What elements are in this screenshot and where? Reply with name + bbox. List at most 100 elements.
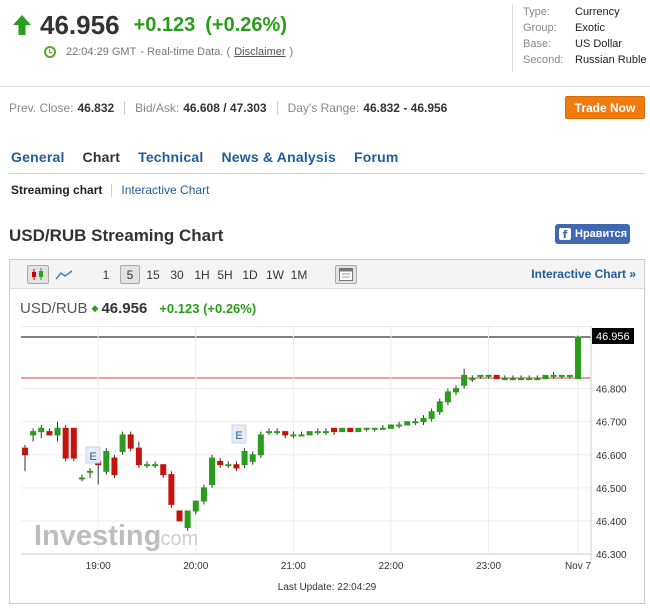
candle-body bbox=[412, 421, 419, 424]
candle bbox=[347, 427, 354, 433]
candle bbox=[233, 461, 240, 472]
candle bbox=[160, 464, 167, 478]
candle-body bbox=[274, 431, 281, 434]
candle-body bbox=[38, 427, 45, 433]
watermark-main: Investing bbox=[34, 520, 161, 552]
x-tick-label: 21:00 bbox=[281, 561, 306, 572]
candle-body bbox=[70, 427, 77, 459]
candle-body bbox=[184, 510, 191, 529]
candle bbox=[428, 408, 435, 422]
candlestick-chart[interactable]: Investing .com 46.80046.70046.60046.5004… bbox=[0, 0, 650, 609]
candle-body bbox=[290, 434, 297, 437]
candle bbox=[70, 427, 77, 462]
candle-body bbox=[566, 374, 573, 377]
candle-body bbox=[225, 464, 232, 467]
candle bbox=[87, 467, 94, 478]
candle bbox=[38, 424, 45, 439]
candle-body bbox=[542, 374, 549, 380]
x-tick-label: 19:00 bbox=[86, 561, 111, 572]
candle-body bbox=[379, 427, 386, 430]
candle-body bbox=[404, 421, 411, 426]
candle bbox=[363, 427, 370, 432]
candle-body bbox=[119, 434, 126, 452]
candle-body bbox=[87, 470, 94, 473]
candle bbox=[200, 484, 207, 505]
candle-body bbox=[420, 417, 427, 423]
event-marker[interactable]: E bbox=[85, 446, 101, 464]
candle bbox=[461, 368, 468, 389]
candle-body bbox=[355, 427, 362, 433]
x-tick-label: 22:00 bbox=[378, 561, 403, 572]
candle-body bbox=[306, 431, 313, 436]
candle-body bbox=[469, 378, 476, 381]
candle-body bbox=[143, 464, 150, 467]
candle-body bbox=[241, 450, 248, 466]
watermark-suffix: .com bbox=[155, 528, 198, 550]
investing-watermark: Investing .com bbox=[34, 520, 198, 552]
candle bbox=[282, 431, 289, 439]
candle bbox=[152, 461, 159, 468]
x-tick-label: Nov 7 bbox=[565, 561, 592, 572]
candles bbox=[22, 335, 581, 531]
y-tick-label: 46.500 bbox=[596, 484, 627, 495]
candle-body bbox=[331, 427, 338, 433]
candle bbox=[176, 510, 183, 522]
candle bbox=[209, 454, 216, 488]
candle-body bbox=[371, 427, 378, 430]
candle-body bbox=[152, 464, 159, 467]
candle-body bbox=[550, 374, 557, 377]
candle-body bbox=[127, 434, 134, 449]
candle bbox=[493, 374, 500, 380]
candle-body bbox=[493, 374, 500, 380]
candle-body bbox=[54, 427, 61, 436]
candle bbox=[379, 424, 386, 430]
candle-body bbox=[62, 427, 69, 459]
candle bbox=[119, 431, 126, 455]
candle bbox=[355, 427, 362, 433]
candle-body bbox=[526, 378, 533, 381]
last-price-tag: 46.956 bbox=[592, 328, 634, 344]
candle bbox=[404, 421, 411, 426]
candle bbox=[127, 431, 134, 452]
candle bbox=[387, 424, 394, 429]
candle bbox=[575, 335, 581, 380]
candle-body bbox=[265, 431, 272, 434]
candle bbox=[322, 428, 329, 435]
candle-body bbox=[209, 457, 216, 486]
y-tick-label: 46.700 bbox=[596, 418, 627, 429]
candle-body bbox=[249, 454, 256, 462]
candle bbox=[111, 454, 118, 478]
candle-body bbox=[46, 431, 53, 436]
candle-body bbox=[111, 457, 118, 476]
candle bbox=[184, 510, 191, 531]
candle-body bbox=[168, 474, 175, 505]
y-tick-label: 46.800 bbox=[596, 385, 627, 396]
candle bbox=[420, 415, 427, 425]
candle bbox=[436, 398, 443, 416]
candle bbox=[290, 431, 297, 439]
last-update: Last Update: 22:04:29 bbox=[278, 582, 377, 593]
candle-body bbox=[453, 388, 460, 393]
x-tick-label: 23:00 bbox=[476, 561, 501, 572]
candle bbox=[453, 385, 460, 396]
candle-body bbox=[322, 431, 329, 434]
candle-body bbox=[200, 487, 207, 502]
candle bbox=[30, 428, 37, 442]
candle-body bbox=[501, 378, 508, 381]
candle-body bbox=[518, 378, 525, 381]
candle bbox=[306, 431, 313, 436]
candle bbox=[542, 374, 549, 380]
candle bbox=[371, 427, 378, 432]
candle bbox=[412, 418, 419, 425]
x-tick-label: 20:00 bbox=[183, 561, 208, 572]
candle-body bbox=[575, 336, 581, 380]
event-marker-label: E bbox=[235, 430, 242, 442]
event-marker[interactable]: E bbox=[231, 424, 247, 444]
candle bbox=[225, 461, 232, 468]
candle-body bbox=[485, 374, 492, 377]
candle bbox=[62, 424, 69, 462]
candle-body bbox=[534, 378, 541, 381]
candle-body bbox=[396, 424, 403, 427]
candle-body bbox=[135, 447, 142, 466]
candle bbox=[241, 448, 248, 468]
